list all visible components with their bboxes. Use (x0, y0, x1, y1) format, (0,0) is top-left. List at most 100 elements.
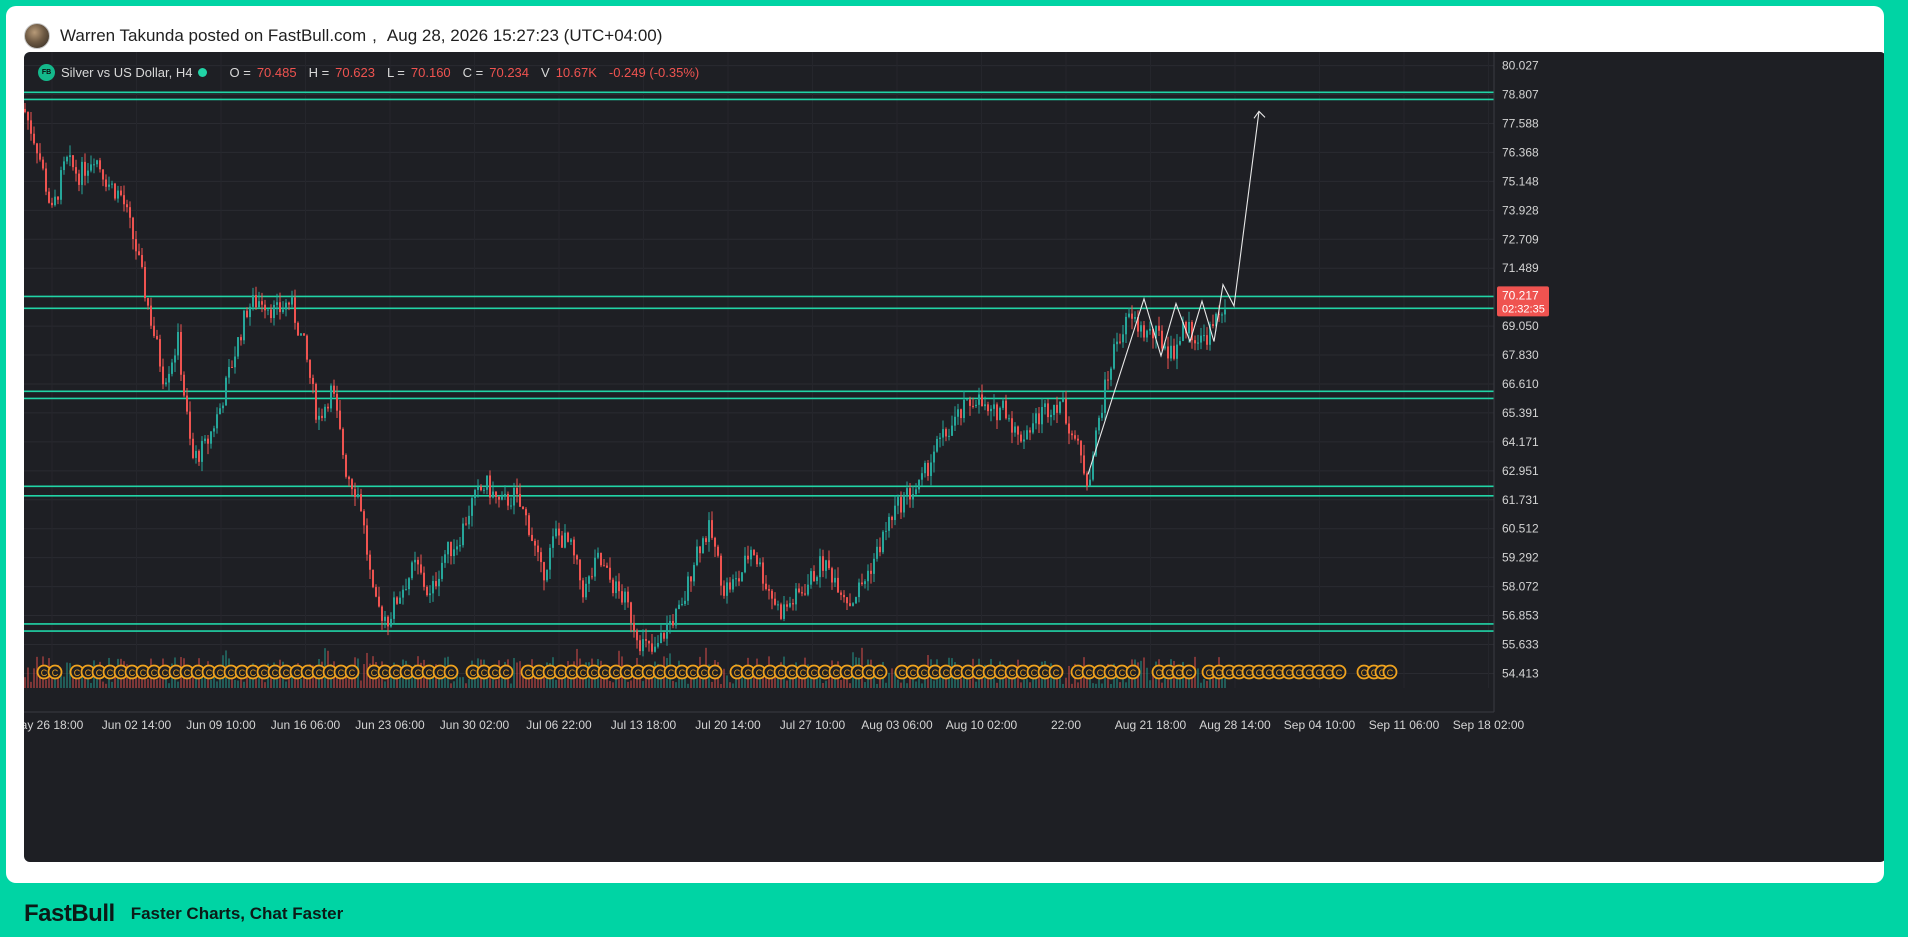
candle-body (588, 576, 590, 584)
candle-body (60, 170, 62, 200)
candle-body (774, 598, 776, 605)
volume-bar (786, 680, 788, 688)
event-marker-label: C (921, 668, 928, 678)
candle-body (141, 255, 143, 267)
price-tick-label: 58.072 (1502, 580, 1539, 594)
candle-body (42, 159, 44, 169)
chart-panel[interactable]: FB Silver vs US Dollar, H4 O = 70.485 H … (24, 52, 1884, 862)
candle-body (822, 556, 824, 571)
candle-body (396, 597, 398, 604)
volume-bar (609, 680, 611, 688)
event-marker-label: C (767, 668, 774, 678)
event-marker-label: C (756, 668, 763, 678)
volume-bar (906, 683, 908, 688)
event-marker-label: C (1020, 668, 1027, 678)
candle-body (150, 305, 152, 326)
candle-body (231, 366, 233, 368)
price-chart[interactable]: CCCCCCCCCCCCCCCCCCCCCCCCCCCCCCCCCCCCCCCC… (24, 52, 1884, 862)
candle-body (99, 160, 101, 170)
candle-body (936, 438, 938, 452)
volume-bar (891, 668, 893, 688)
time-tick-label: 22:00 (1051, 718, 1081, 732)
candle-body (873, 558, 875, 574)
candle-body (369, 554, 371, 570)
price-tick-label: 61.731 (1502, 493, 1539, 507)
footer-brand-logo[interactable]: FastBull (24, 900, 115, 928)
candle-body (264, 304, 266, 311)
volume-bar (168, 683, 170, 688)
event-marker-label: C (657, 668, 664, 678)
volume-bar (1029, 682, 1031, 688)
candle-body (282, 309, 284, 313)
author-line[interactable]: Warren Takunda posted on FastBull.com (60, 26, 366, 46)
candle-body (357, 494, 359, 497)
volume-bar (933, 680, 935, 688)
candle-body (1221, 314, 1223, 316)
candle-body (558, 528, 560, 536)
grid-lines (24, 52, 1494, 688)
candle-body (573, 539, 575, 556)
post-header: Warren Takunda posted on FastBull.com , … (24, 18, 662, 54)
candle-body (456, 546, 458, 550)
candle-body (987, 404, 989, 412)
volume-bar (303, 677, 305, 688)
event-marker-label: C (734, 668, 741, 678)
candle-body (633, 622, 635, 631)
volume-bar (147, 678, 149, 688)
volume-bar (822, 682, 824, 688)
candle-body (975, 404, 977, 407)
candle-body (1077, 438, 1079, 441)
candle-body (405, 589, 407, 591)
candle-body (93, 164, 95, 166)
event-marker-label: C (1097, 668, 1104, 678)
event-marker-label: C (52, 668, 59, 678)
candle-body (657, 643, 659, 647)
volume-bar (177, 681, 179, 688)
candle-body (417, 559, 419, 565)
candle-body (849, 603, 851, 606)
event-marker-label: C (910, 668, 917, 678)
event-marker-label: C (96, 668, 103, 678)
volume-bar (24, 677, 26, 688)
candle-body (1143, 325, 1145, 338)
event-marker-label: C (679, 668, 686, 678)
candle-body (1026, 430, 1028, 440)
candle-body (1194, 340, 1196, 344)
event-marker-label: C (855, 668, 862, 678)
low-label: L = (386, 64, 405, 80)
event-marker-label: C (877, 668, 884, 678)
price-tick-label: 59.292 (1502, 551, 1539, 565)
candle-body (594, 557, 596, 577)
chart-legend: FB Silver vs US Dollar, H4 O = 70.485 H … (38, 62, 699, 82)
candle-body (75, 167, 77, 174)
symbol-label[interactable]: Silver vs US Dollar, H4 (61, 65, 192, 80)
candle-body (1110, 368, 1112, 380)
candle-body (90, 164, 92, 171)
candle-body (411, 562, 413, 579)
candle-body (111, 183, 113, 185)
avatar[interactable] (24, 23, 50, 49)
volume-bar (702, 678, 704, 688)
candle-body (132, 217, 134, 240)
volume-bar (1068, 665, 1070, 688)
time-tick-label: Aug 21 18:00 (1115, 718, 1187, 732)
candle-body (930, 462, 932, 476)
candle-body (534, 540, 536, 546)
candle-body (177, 331, 179, 356)
candle-body (66, 156, 68, 162)
volume-bar (1095, 683, 1097, 688)
volume-bar (510, 683, 512, 688)
volume-bar (687, 683, 689, 688)
candle-body (1104, 379, 1106, 413)
event-marker-label: C (393, 668, 400, 678)
volume-bar (885, 682, 887, 688)
candle-body (303, 333, 305, 336)
volume-bar (45, 679, 47, 688)
event-marker-label: C (349, 668, 356, 678)
event-marker-label: C (690, 668, 697, 678)
event-marker-label: C (316, 668, 323, 678)
candle-body (765, 583, 767, 590)
candle-body (102, 169, 104, 180)
volume-bar (216, 681, 218, 688)
event-marker-label: C (624, 668, 631, 678)
